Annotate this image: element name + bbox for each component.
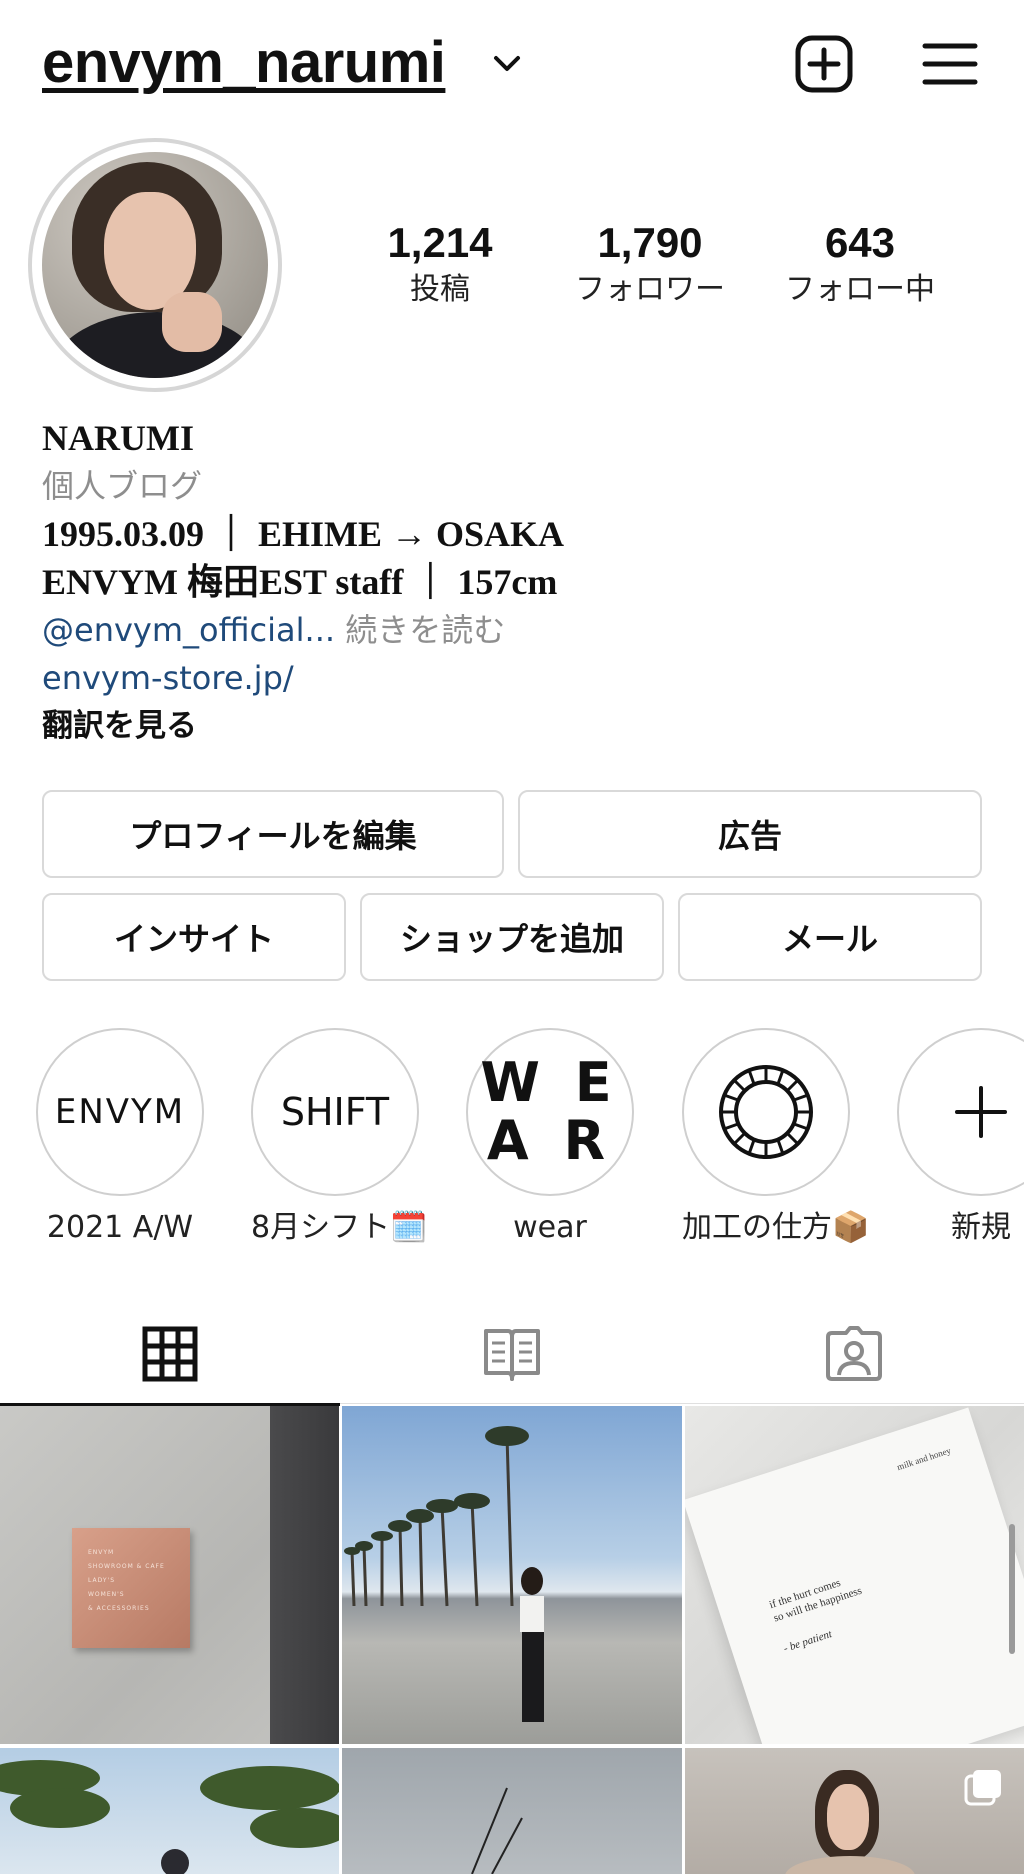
- new-post-icon[interactable]: [794, 34, 854, 94]
- highlight-label: 8月シフト🗓️: [251, 1210, 428, 1245]
- profile-bio: NARUMI 個人ブログ 1995.03.09 ｜ EHIME → OSAKA …: [42, 414, 1002, 750]
- display-name: NARUMI: [42, 418, 194, 458]
- highlight-label: 2021 A/W: [46, 1210, 194, 1245]
- profile-tabs: [0, 1304, 1024, 1406]
- book-page: milk and honey if the hurt comes so will…: [685, 1407, 1024, 1744]
- tab-tagged[interactable]: [684, 1304, 1024, 1404]
- following-count-label: フォロー中: [785, 272, 935, 307]
- email-button[interactable]: メール: [678, 893, 982, 981]
- grid-icon: [142, 1326, 198, 1382]
- website-link[interactable]: envym-store.jp/: [42, 654, 1002, 702]
- posts-count[interactable]: 1,214 投稿: [340, 218, 540, 310]
- highlight-editing[interactable]: 加工の仕方📦: [682, 1028, 870, 1248]
- chevron-down-icon[interactable]: [490, 52, 524, 76]
- highlight-cover: ENVYM: [36, 1028, 204, 1196]
- highlight-label: 加工の仕方📦: [682, 1210, 870, 1245]
- username-switcher[interactable]: envym_narumi: [42, 28, 446, 98]
- plus-icon: [955, 1086, 1007, 1138]
- ads-button[interactable]: 広告: [518, 790, 982, 878]
- post-thumbnail[interactable]: ENVYM SHOWROOM & CAFE LADY'S WOMEN'S & A…: [0, 1406, 339, 1744]
- highlight-cover-text: SHIFT: [280, 1090, 390, 1134]
- highlight-cover-text-bottom: A R: [486, 1109, 614, 1172]
- bio-line-3: @envym_official... 続きを読む: [42, 606, 1002, 654]
- posts-count-value: 1,214: [387, 219, 493, 266]
- sign-line: & ACCESSORIES: [88, 1605, 150, 1612]
- highlight-shift[interactable]: SHIFT 8月シフト🗓️: [251, 1028, 428, 1248]
- following-count-value: 643: [824, 219, 896, 266]
- tagged-person-icon: [826, 1326, 882, 1381]
- following-count[interactable]: 643 フォロー中: [760, 218, 960, 310]
- sign-line: SHOWROOM & CAFE: [88, 1563, 165, 1570]
- highlight-2021-aw[interactable]: ENVYM 2021 A/W: [36, 1028, 204, 1248]
- highlight-cover-text: ENVYM: [54, 1092, 186, 1132]
- edit-profile-button[interactable]: プロフィールを編集: [42, 790, 504, 878]
- profile-category: 個人ブログ: [42, 467, 203, 505]
- tab-posts-grid[interactable]: [0, 1304, 340, 1406]
- highlight-label: wear: [513, 1210, 587, 1245]
- post-thumbnail[interactable]: [342, 1406, 682, 1744]
- insights-button[interactable]: インサイト: [42, 893, 346, 981]
- bio-line-1: 1995.03.09 ｜ EHIME → OSAKA: [42, 514, 565, 554]
- read-more-link[interactable]: 続きを読む: [345, 611, 505, 649]
- sign-line: LADY'S: [88, 1577, 115, 1584]
- followers-count-label: フォロワー: [575, 272, 725, 307]
- followers-count-value: 1,790: [597, 219, 703, 266]
- posts-count-label: 投稿: [410, 272, 470, 307]
- highlight-cover: [682, 1028, 850, 1196]
- highlight-cover: [897, 1028, 1024, 1196]
- followers-count[interactable]: 1,790 フォロワー: [550, 218, 750, 310]
- highlight-wear[interactable]: W E A R wear: [466, 1028, 634, 1248]
- guide-book-icon: [484, 1329, 540, 1381]
- poem-signature: - be patient: [782, 1628, 834, 1655]
- highlight-cover: W E A R: [466, 1028, 634, 1196]
- highlight-new[interactable]: 新規: [897, 1028, 1024, 1248]
- posts-grid: ENVYM SHOWROOM & CAFE LADY'S WOMEN'S & A…: [0, 1406, 1024, 1874]
- post-thumbnail[interactable]: [0, 1748, 339, 1874]
- highlight-cover-text-top: W E: [480, 1051, 620, 1114]
- profile-stats: 1,214 投稿 1,790 フォロワー 643 フォロー中: [0, 218, 1024, 318]
- carousel-icon: [964, 1770, 1001, 1806]
- store-sign: ENVYM SHOWROOM & CAFE LADY'S WOMEN'S & A…: [72, 1528, 190, 1648]
- tab-guides[interactable]: [342, 1304, 682, 1404]
- highlight-cover: SHIFT: [251, 1028, 419, 1196]
- book-header: milk and honey: [895, 1445, 953, 1473]
- post-thumbnail[interactable]: milk and honey if the hurt comes so will…: [685, 1406, 1024, 1744]
- story-highlights: ENVYM 2021 A/W SHIFT 8月シフト🗓️ W E A R wea…: [0, 1028, 1024, 1278]
- scrollbar[interactable]: [1009, 1524, 1015, 1654]
- vsco-icon: [719, 1065, 813, 1159]
- sign-line: ENVYM: [88, 1549, 115, 1556]
- mention-link[interactable]: @envym_official...: [42, 611, 335, 649]
- post-thumbnail[interactable]: [342, 1748, 682, 1874]
- menu-icon[interactable]: [922, 38, 978, 90]
- post-thumbnail[interactable]: [685, 1748, 1024, 1874]
- bio-line-2: ENVYM 梅田EST staff ｜ 157cm: [42, 562, 558, 602]
- sign-line: WOMEN'S: [88, 1591, 125, 1598]
- see-translation-link[interactable]: 翻訳を見る: [42, 702, 1002, 750]
- top-bar: envym_narumi: [0, 0, 1024, 130]
- add-shop-button[interactable]: ショップを追加: [360, 893, 664, 981]
- highlight-label: 新規: [951, 1210, 1011, 1245]
